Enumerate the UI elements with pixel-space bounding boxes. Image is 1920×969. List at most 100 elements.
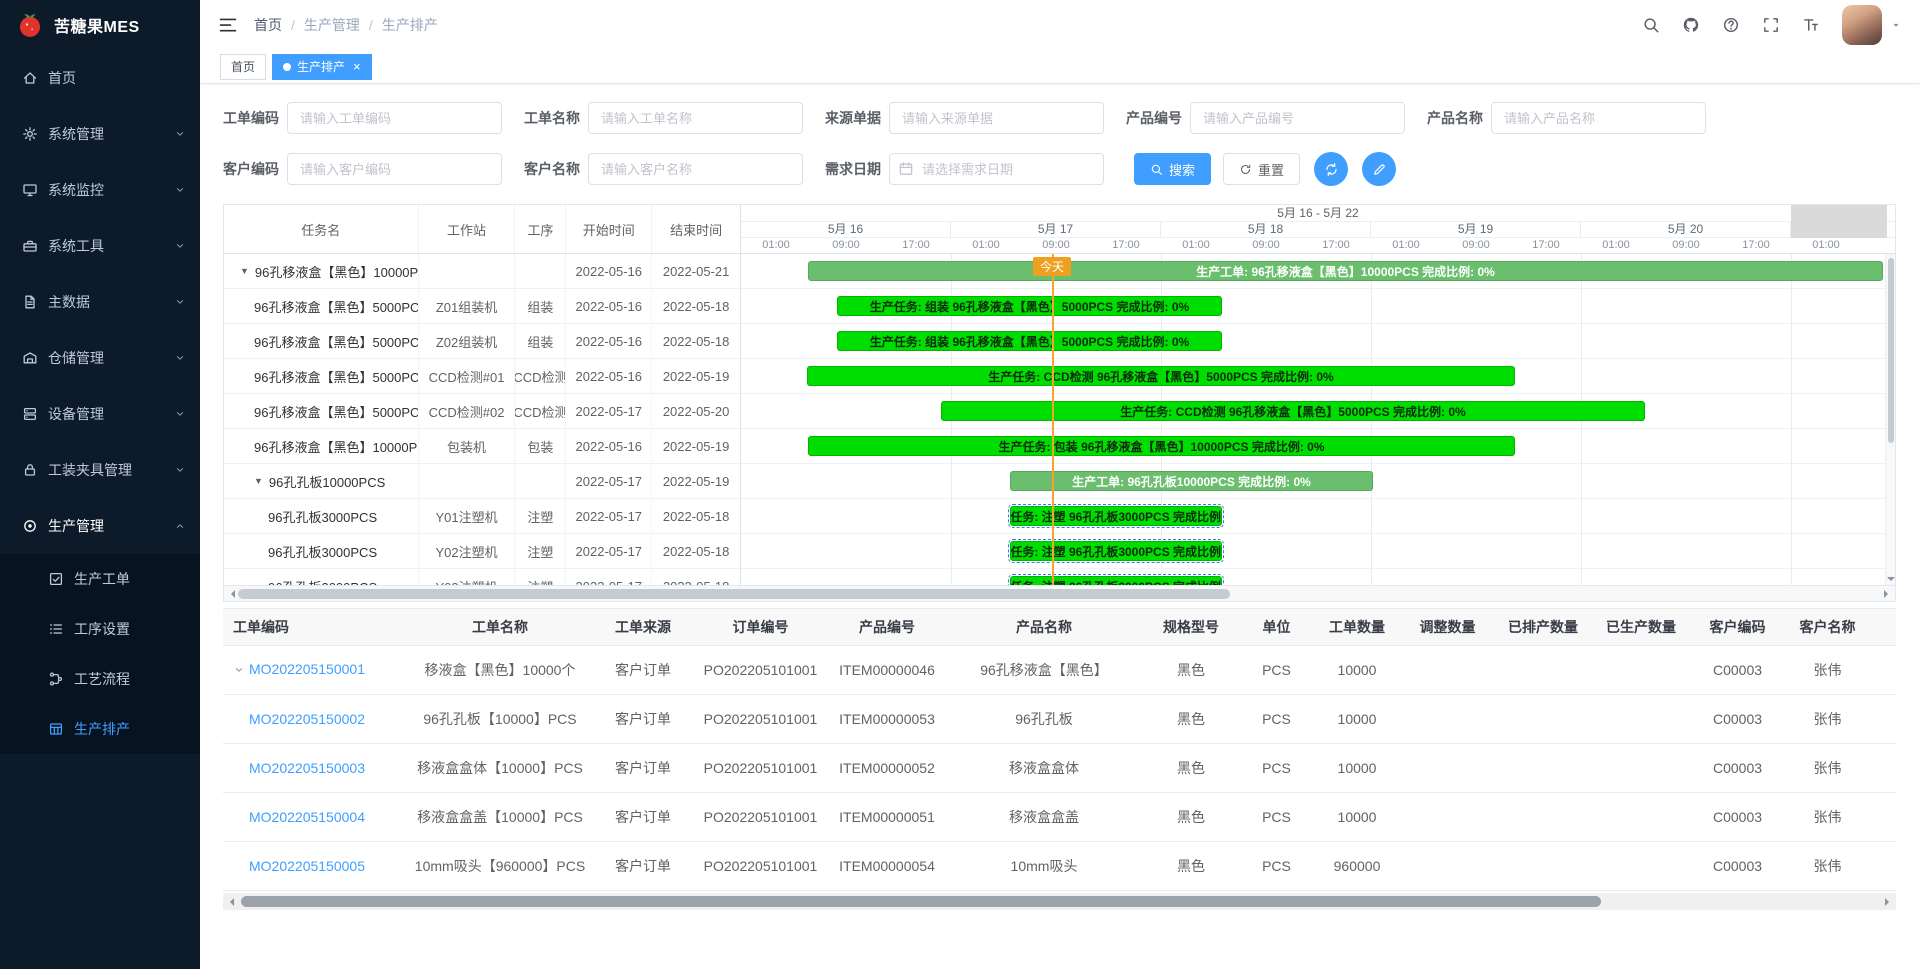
sidebar-subitem-production-scheduling[interactable]: 生产排产: [0, 704, 200, 754]
search-submit-button[interactable]: 搜索: [1134, 153, 1211, 185]
sidebar-item-warehouse-mgmt[interactable]: 仓储管理: [0, 330, 200, 386]
gantt-station: Y01注塑机: [419, 499, 516, 533]
gantt-vscroll-thumb[interactable]: [1888, 258, 1894, 443]
app-logo[interactable]: 苦糖果MES: [0, 0, 200, 50]
gantt-bar-task[interactable]: 生产任务: 注塑 96孔孔板3000PCS 完成比例: 0%: [1010, 541, 1222, 561]
product-name-input[interactable]: [1491, 102, 1706, 134]
gantt-bar-task[interactable]: 生产任务: 组装 96孔移液盒【黑色】5000PCS 完成比例: 0%: [837, 296, 1222, 316]
gantt-hour-label: 01:00: [951, 238, 1021, 253]
orders-cell-produced_qty: [1592, 842, 1690, 891]
scroll-right-arrow[interactable]: [1884, 590, 1892, 598]
gantt-bar-task[interactable]: 生产任务: CCD检测 96孔移液盒【黑色】5000PCS 完成比例: 0%: [941, 401, 1645, 421]
tab-production-scheduling[interactable]: 生产排产×: [272, 54, 372, 80]
sidebar-item-system-monitor[interactable]: 系统监控: [0, 162, 200, 218]
sidebar-item-system-mgmt[interactable]: 系统管理: [0, 106, 200, 162]
gantt-bar-task[interactable]: 生产任务: 包装 96孔移液盒【黑色】10000PCS 完成比例: 0%: [808, 436, 1515, 456]
sidebar-toggle-button[interactable]: [200, 15, 254, 35]
orders-cell-source: 客户订单: [593, 793, 693, 842]
expand-triangle-icon[interactable]: ▼: [240, 266, 249, 276]
row-expand-icon[interactable]: [233, 663, 249, 679]
workorder-link[interactable]: MO202205150002: [249, 711, 365, 727]
caret-down-icon[interactable]: [1890, 19, 1902, 31]
workorder-code-input[interactable]: [287, 102, 502, 134]
sidebar-subitem-production-workorder[interactable]: 生产工单: [0, 554, 200, 604]
tab-close-icon[interactable]: ×: [353, 60, 361, 73]
gantt-task-row[interactable]: ▼96孔孔板10000PCS2022-05-172022-05-19: [224, 464, 740, 499]
sidebar-item-equipment-mgmt[interactable]: 设备管理: [0, 386, 200, 442]
sidebar-item-home[interactable]: 首页: [0, 50, 200, 106]
refresh-circle-button[interactable]: [1314, 152, 1348, 186]
customer-name-input[interactable]: [588, 153, 803, 185]
gantt-task-row[interactable]: 96孔孔板3000PCSY01注塑机注塑2022-05-172022-05-18: [224, 499, 740, 534]
edit-circle-button[interactable]: [1362, 152, 1396, 186]
source-doc-input[interactable]: [889, 102, 1104, 134]
orders-cell-demand_date: 2022: [1870, 793, 1896, 842]
gantt-horizontal-scrollbar[interactable]: [224, 585, 1895, 601]
gantt-task-row[interactable]: 96孔移液盒【黑色】5000PCSZ02组装机组装2022-05-162022-…: [224, 324, 740, 359]
tab-home[interactable]: 首页: [220, 54, 266, 80]
workorder-link[interactable]: MO202205150001: [249, 661, 365, 677]
reset-button[interactable]: 重置: [1223, 153, 1300, 185]
order-row[interactable]: MO202205150001移液盒【黑色】10000个客户订单PO2022051…: [223, 646, 1896, 695]
sidebar-item-production-mgmt[interactable]: 生产管理: [0, 498, 200, 554]
gantt-task-row[interactable]: 96孔移液盒【黑色】5000PCSCCD检测#01CCD检测2022-05-16…: [224, 359, 740, 394]
gantt-hscroll-thumb[interactable]: [238, 589, 1230, 599]
gantt-task-row[interactable]: 96孔移液盒【黑色】5000PCSZ01组装机组装2022-05-162022-…: [224, 289, 740, 324]
gantt-bar-task[interactable]: 生产任务: 注塑 96孔孔板3000PCS 完成比例: 0%: [1010, 506, 1222, 526]
gantt-end: 2022-05-19: [652, 429, 740, 463]
sidebar-item-system-tools[interactable]: 系统工具: [0, 218, 200, 274]
orders-cell-customer_code: C00003: [1690, 646, 1785, 695]
gantt-task-row[interactable]: 96孔孔板3000PCSY03注塑机注塑2022-05-172022-05-18: [224, 569, 740, 585]
font-size-button[interactable]: [1794, 5, 1828, 45]
breadcrumb-item[interactable]: 生产管理: [304, 15, 360, 35]
orders-horizontal-scrollbar[interactable]: [223, 893, 1896, 910]
gantt-start: 2022-05-16: [566, 254, 652, 288]
order-row[interactable]: MO20220515000510mm吸头【960000】PCS客户订单PO202…: [223, 842, 1896, 891]
avatar[interactable]: [1842, 5, 1882, 45]
breadcrumb: 首页/生产管理/生产排产: [254, 15, 438, 35]
orders-cell-spec: 黑色: [1142, 793, 1240, 842]
gantt-panel: 任务名工作站工序开始时间结束时间 5月 16 - 5月 22 5月 165月 1…: [223, 204, 1896, 602]
order-row[interactable]: MO202205150003移液盒盒体【10000】PCS客户订单PO20220…: [223, 744, 1896, 793]
workorder-link[interactable]: MO202205150004: [249, 809, 365, 825]
workorder-link[interactable]: MO202205150003: [249, 760, 365, 776]
gantt-bar-task[interactable]: 生产任务: 注塑 96孔孔板3000PCS 完成比例: 0%: [1010, 576, 1222, 585]
search-button[interactable]: [1634, 5, 1668, 45]
gantt-bar-project[interactable]: 生产工单: 96孔孔板10000PCS 完成比例: 0%: [1010, 471, 1373, 491]
sidebar-item-master-data[interactable]: 主数据: [0, 274, 200, 330]
sidebar-subitem-process-settings[interactable]: 工序设置: [0, 604, 200, 654]
order-row[interactable]: MO202205150004移液盒盒盖【10000】PCS客户订单PO20220…: [223, 793, 1896, 842]
gantt-task-row[interactable]: 96孔移液盒【黑色】5000PCSCCD检测#02CCD检测2022-05-17…: [224, 394, 740, 429]
chevron-down-icon: [174, 352, 186, 364]
gantt-bar-project[interactable]: 生产工单: 96孔移液盒【黑色】10000PCS 完成比例: 0%: [808, 261, 1883, 281]
product-no-input[interactable]: [1190, 102, 1405, 134]
gantt-bar-task[interactable]: 生产任务: CCD检测 96孔移液盒【黑色】5000PCS 完成比例: 0%: [807, 366, 1515, 386]
gantt-task-row[interactable]: 96孔移液盒【黑色】10000PCS包装机包装2022-05-162022-05…: [224, 429, 740, 464]
scroll-left-arrow[interactable]: [227, 590, 235, 598]
gantt-task-row[interactable]: 96孔孔板3000PCSY02注塑机注塑2022-05-172022-05-18: [224, 534, 740, 569]
sidebar-subitem-process-flow[interactable]: 工艺流程: [0, 654, 200, 704]
orders-scroll-thumb[interactable]: [241, 896, 1601, 907]
workorder-link[interactable]: MO202205150005: [249, 858, 365, 874]
help-button[interactable]: [1714, 5, 1748, 45]
gantt-vertical-scrollbar[interactable]: [1885, 254, 1895, 585]
gantt-task-row[interactable]: ▼96孔移液盒【黑色】10000PCS2022-05-162022-05-21: [224, 254, 740, 289]
expand-triangle-icon[interactable]: ▼: [254, 476, 263, 486]
workorder-name-input[interactable]: [588, 102, 803, 134]
scroll-left-arrow[interactable]: [226, 898, 234, 906]
gantt-station: CCD检测#01: [419, 359, 516, 393]
scroll-right-arrow[interactable]: [1885, 898, 1893, 906]
github-button[interactable]: [1674, 5, 1708, 45]
gantt-hour-label: 01:00: [1791, 238, 1861, 253]
customer-code-input[interactable]: [287, 153, 502, 185]
orders-cell-source: 客户订单: [593, 695, 693, 744]
orders-cell-product_name: 移液盒盒盖: [946, 793, 1142, 842]
sidebar-item-fixture-mgmt[interactable]: 工装夹具管理: [0, 442, 200, 498]
breadcrumb-item[interactable]: 首页: [254, 15, 282, 35]
home-icon: [22, 70, 38, 86]
scroll-down-arrow[interactable]: [1887, 577, 1895, 585]
gantt-bar-task[interactable]: 生产任务: 组装 96孔移液盒【黑色】5000PCS 完成比例: 0%: [837, 331, 1222, 351]
order-row[interactable]: MO20220515000296孔孔板【10000】PCS客户订单PO20220…: [223, 695, 1896, 744]
fullscreen-button[interactable]: [1754, 5, 1788, 45]
demand-date-input[interactable]: [889, 153, 1104, 185]
